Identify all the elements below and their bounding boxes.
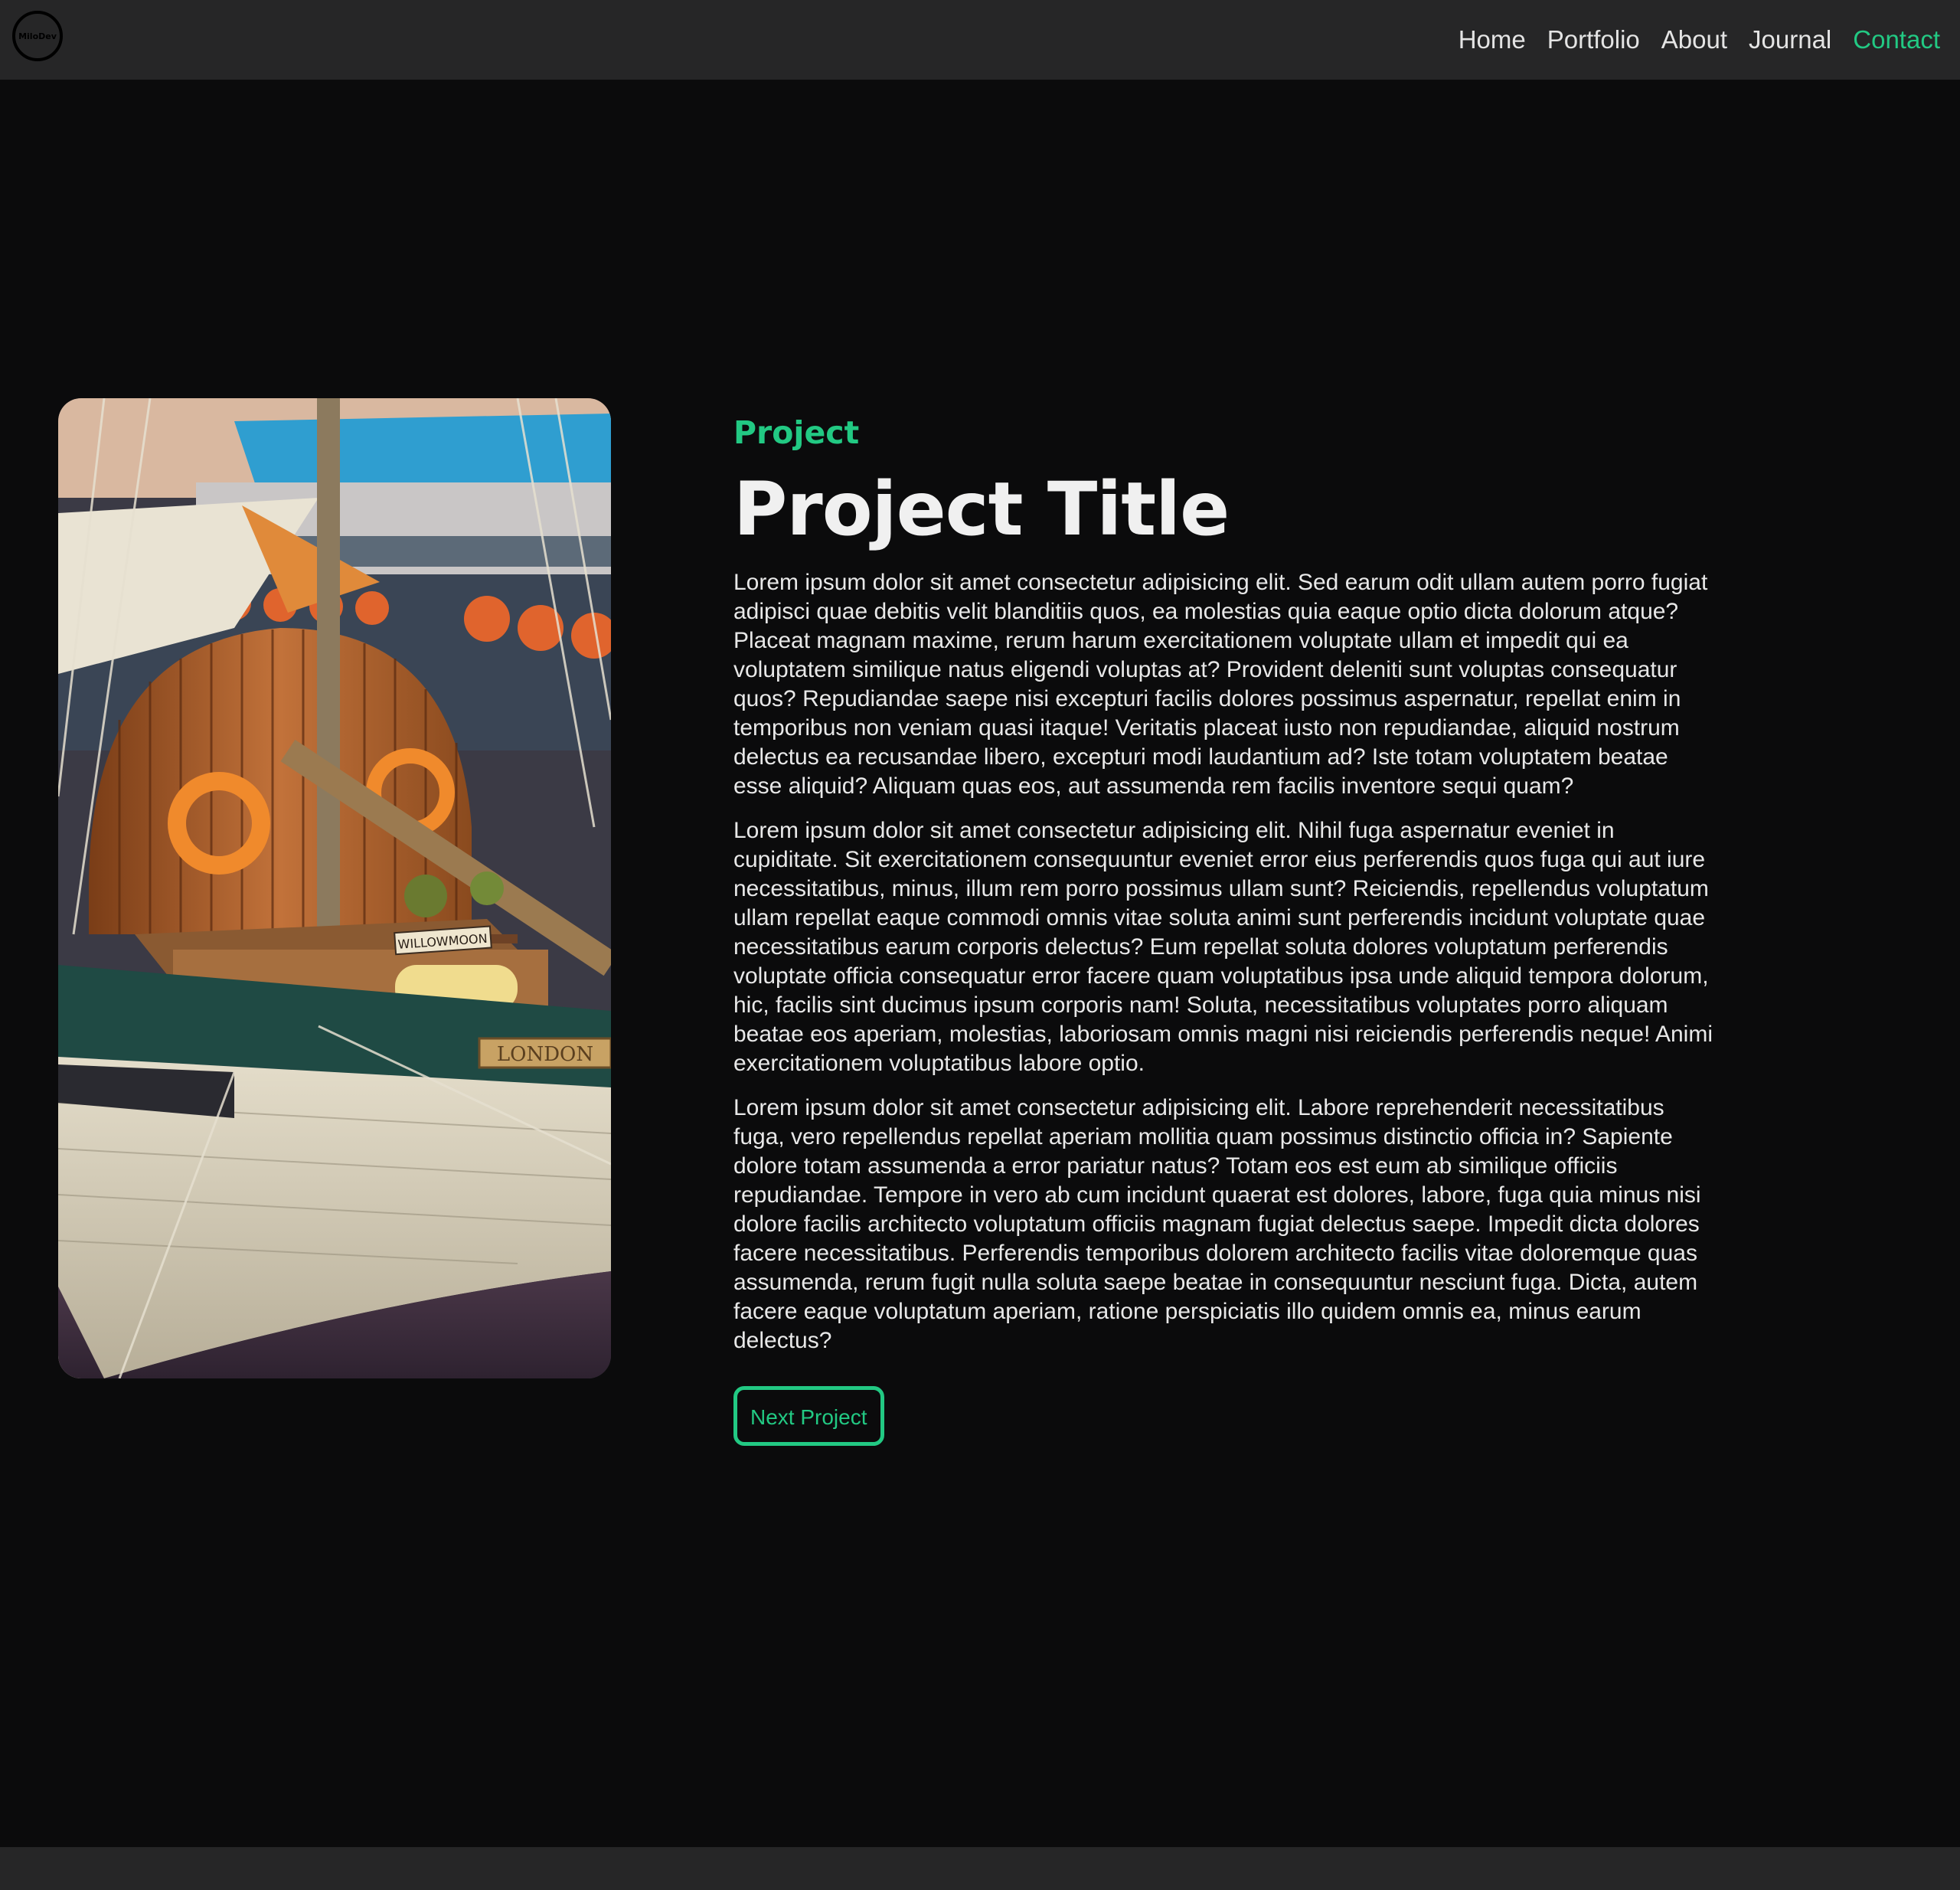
footer-bar xyxy=(0,1847,1960,1890)
project-paragraph: Lorem ipsum dolor sit amet consectetur a… xyxy=(733,570,1708,799)
project-paragraph: Lorem ipsum dolor sit amet consectetur a… xyxy=(733,818,1713,1076)
sailboat-photo: WILLOWMOON LONDON xyxy=(58,398,611,1378)
next-project-button[interactable]: Next Project xyxy=(733,1386,884,1446)
nav-link-contact[interactable]: Contact xyxy=(1853,23,1940,57)
site-logo[interactable]: MiloDev xyxy=(12,11,63,61)
project-content: Project Project Title Lorem ipsum dolor … xyxy=(733,412,1721,1446)
page-title: Project Title xyxy=(733,466,1230,552)
main-nav: Home Portfolio About Journal Contact xyxy=(1459,23,1940,57)
project-eyebrow: Project xyxy=(733,414,860,451)
logo-text: MiloDev xyxy=(18,31,57,41)
project-paragraph: Lorem ipsum dolor sit amet consectetur a… xyxy=(733,1095,1701,1353)
nav-link-portfolio[interactable]: Portfolio xyxy=(1547,23,1640,57)
port-label: LONDON xyxy=(497,1043,593,1066)
nav-link-home[interactable]: Home xyxy=(1459,23,1526,57)
london-plate: LONDON xyxy=(478,1037,611,1069)
project-image: WILLOWMOON LONDON xyxy=(58,398,611,1378)
nav-link-journal[interactable]: Journal xyxy=(1749,23,1831,57)
nav-link-about[interactable]: About xyxy=(1661,23,1727,57)
top-navbar: MiloDev Home Portfolio About Journal Con… xyxy=(0,0,1960,80)
